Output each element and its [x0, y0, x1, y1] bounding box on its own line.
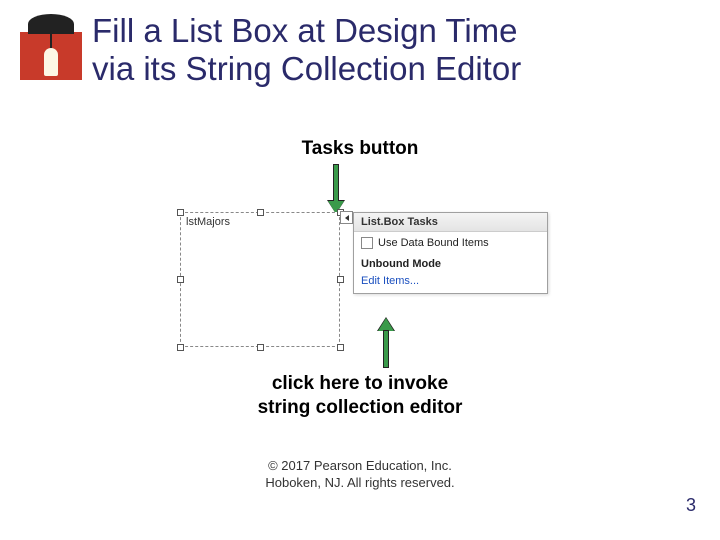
tasks-button[interactable]: [340, 211, 353, 224]
checkbox-label: Use Data Bound Items: [378, 237, 489, 249]
edit-items-link[interactable]: Edit Items...: [354, 272, 547, 293]
annotation-tasks-button: Tasks button: [0, 138, 720, 160]
annotation-bottom-line-1: click here to invoke: [272, 373, 448, 394]
resize-handle[interactable]: [177, 344, 184, 351]
copyright-line-1: © 2017 Pearson Education, Inc.: [268, 458, 452, 473]
tasks-panel-section-label: Unbound Mode: [354, 254, 547, 272]
annotation-bottom-line-2: string collection editor: [258, 397, 463, 418]
checkbox-icon[interactable]: [361, 237, 373, 249]
annotation-click-here: click here to invoke string collection e…: [0, 372, 720, 420]
resize-handle[interactable]: [177, 276, 184, 283]
tasks-panel: List.Box Tasks Use Data Bound Items Unbo…: [353, 212, 548, 294]
title-line-1: Fill a List Box at Design Time: [92, 12, 518, 49]
resize-handle[interactable]: [257, 209, 264, 216]
chevron-left-icon: [345, 215, 349, 221]
tasks-panel-title: List.Box Tasks: [354, 213, 547, 232]
copyright: © 2017 Pearson Education, Inc. Hoboken, …: [0, 458, 720, 492]
resize-handle[interactable]: [257, 344, 264, 351]
listbox-name-label: lstMajors: [186, 216, 230, 228]
copyright-line-2: Hoboken, NJ. All rights reserved.: [265, 475, 454, 490]
title-line-2: via its String Collection Editor: [92, 50, 521, 87]
slide-header: Fill a List Box at Design Time via its S…: [0, 0, 720, 88]
listbox-designer[interactable]: lstMajors: [180, 212, 340, 347]
resize-handle[interactable]: [177, 209, 184, 216]
slide-title: Fill a List Box at Design Time via its S…: [92, 12, 521, 88]
page-number: 3: [686, 495, 696, 516]
arrow-down-icon: [328, 164, 344, 214]
logo: [20, 12, 82, 80]
resize-handle[interactable]: [337, 276, 344, 283]
tasks-panel-checkbox-row[interactable]: Use Data Bound Items: [354, 232, 547, 254]
resize-handle[interactable]: [337, 344, 344, 351]
arrow-up-icon: [378, 318, 394, 368]
